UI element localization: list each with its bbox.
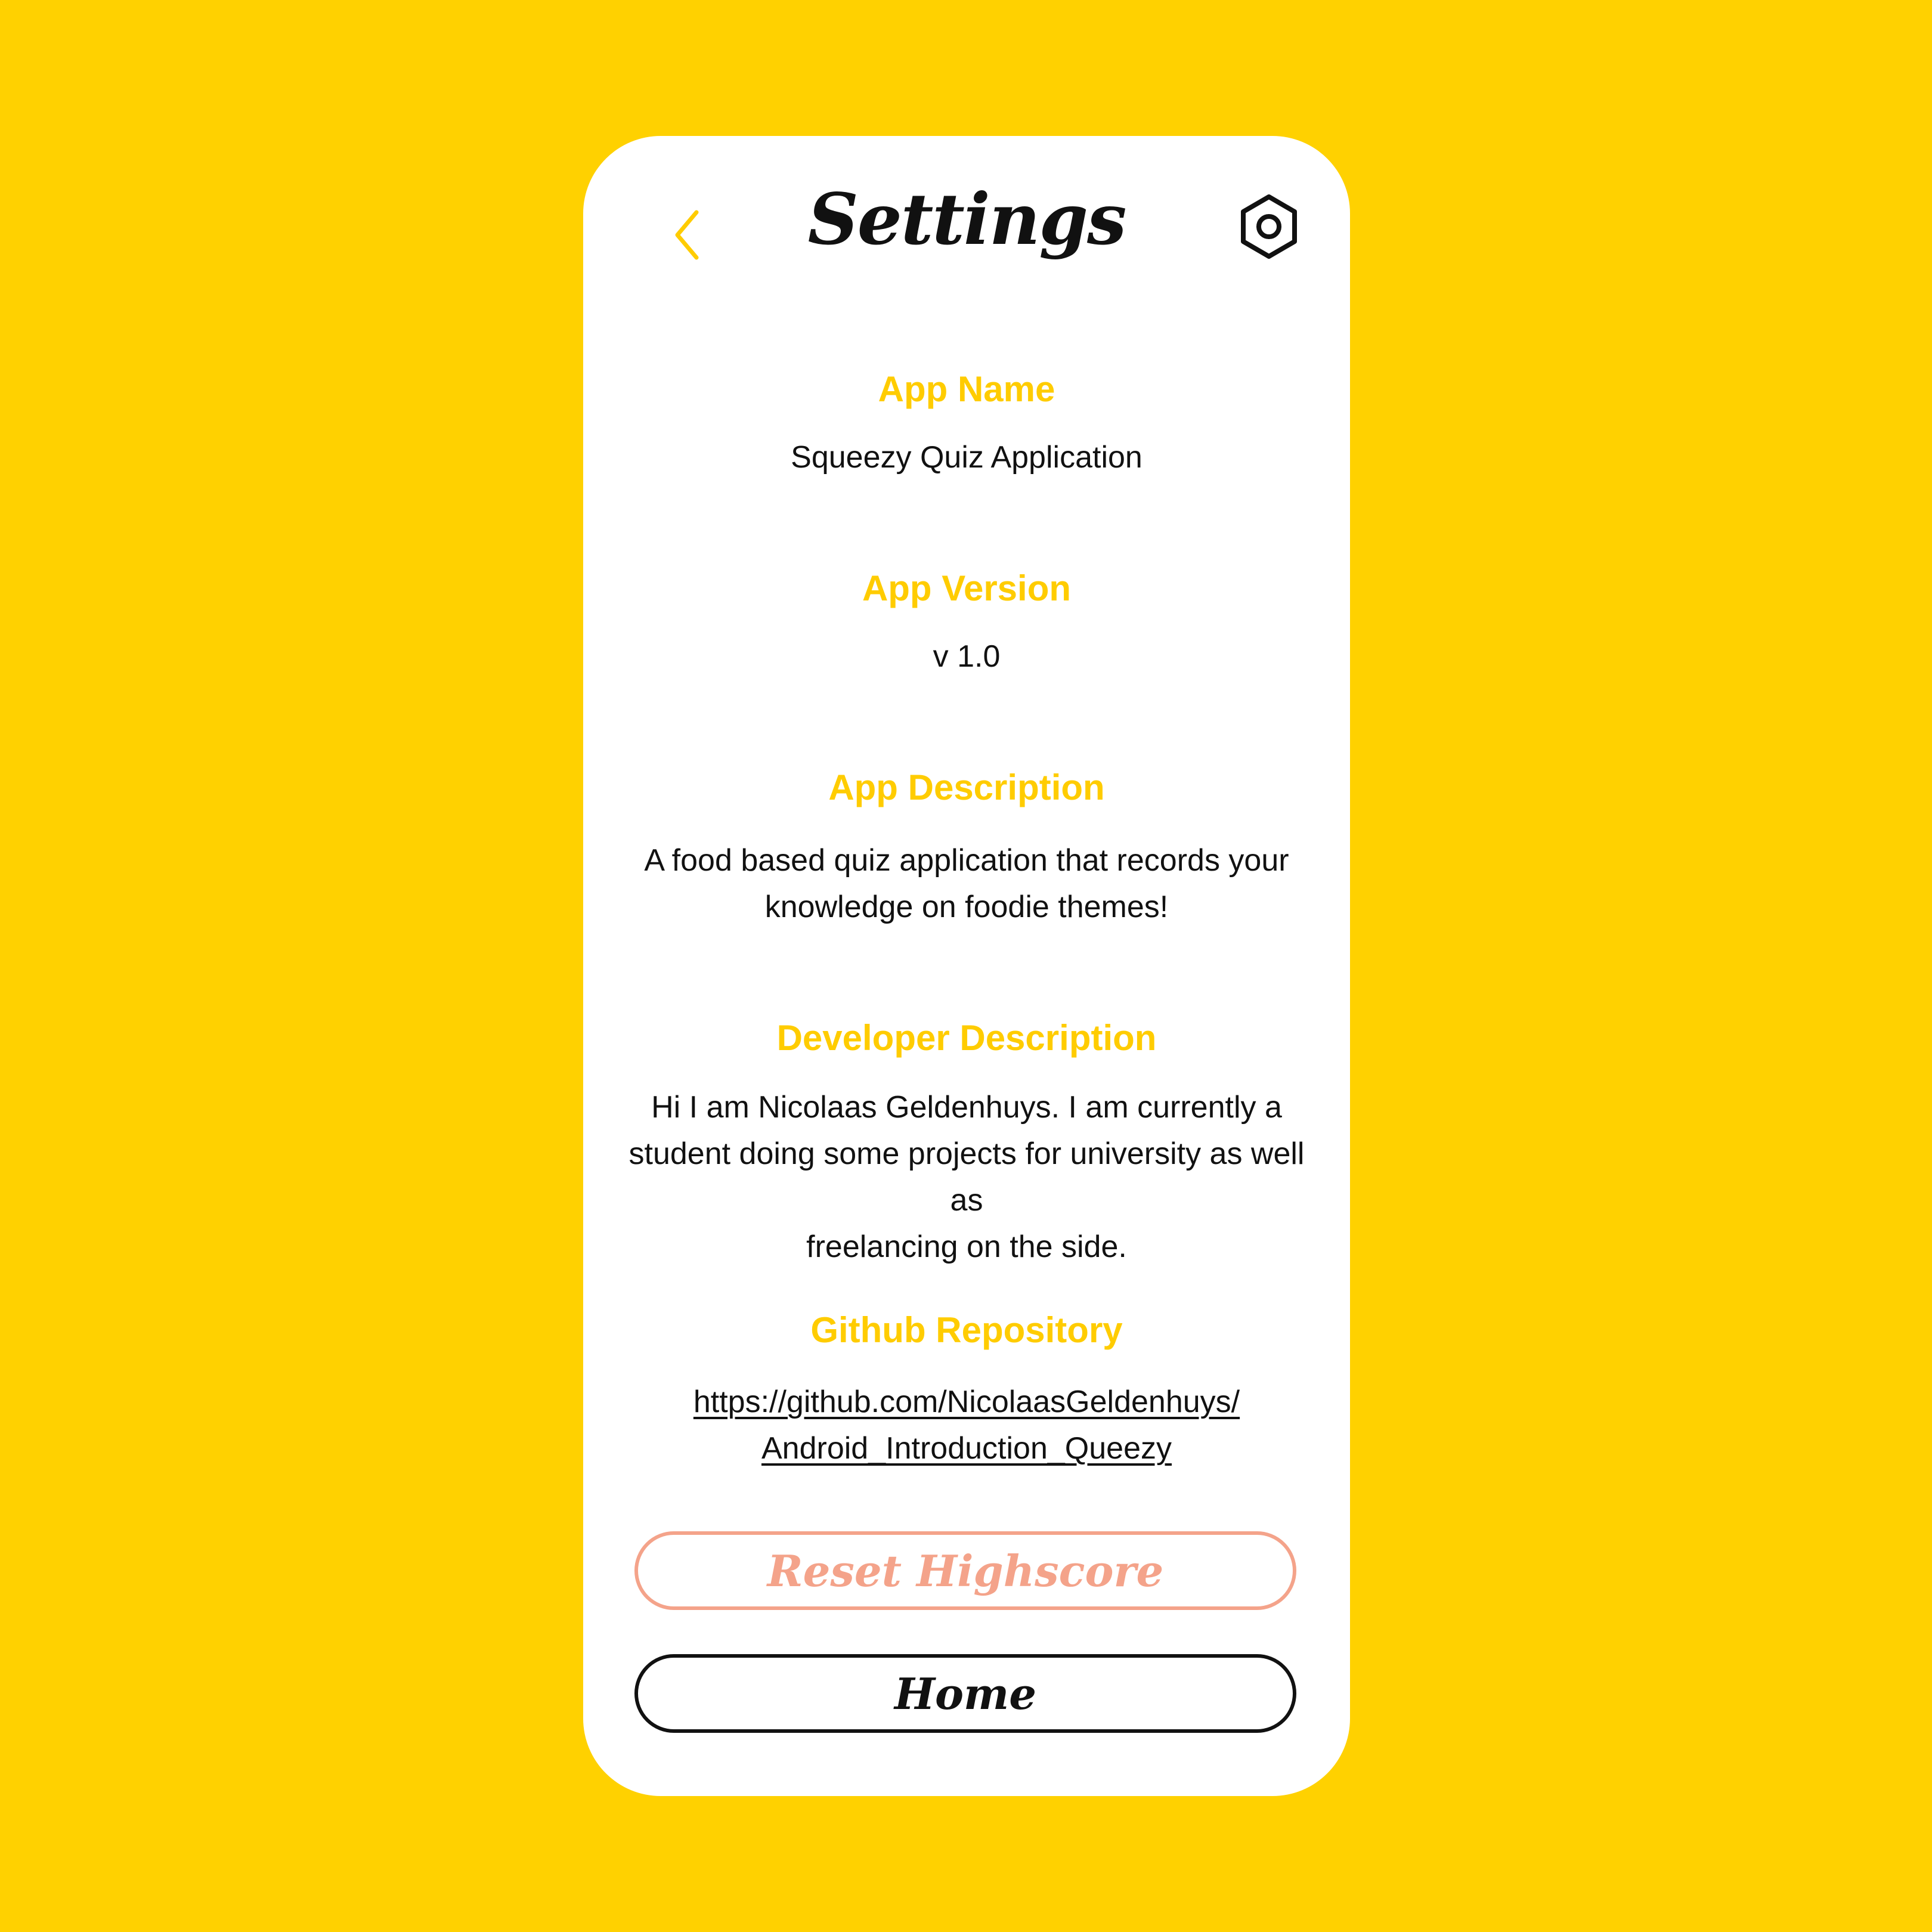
app-name-value: Squeezy Quiz Application bbox=[791, 440, 1143, 475]
app-description-line: A food based quiz application that recor… bbox=[644, 843, 1289, 878]
app-description-label: App Description bbox=[828, 767, 1105, 807]
developer-description-label: Developer Description bbox=[776, 1018, 1157, 1058]
reset-highscore-button[interactable]: Reset Highscore bbox=[634, 1531, 1296, 1610]
home-label: Home bbox=[894, 1668, 1037, 1719]
github-link[interactable]: Android_Introduction_Queezy bbox=[619, 1425, 1314, 1472]
github-repository-value: https://github.com/NicolaasGeldenhuys/ A… bbox=[619, 1379, 1314, 1472]
app-description-line: knowledge on foodie themes! bbox=[764, 890, 1169, 924]
github-repository-label: Github Repository bbox=[810, 1310, 1123, 1350]
app-description-value: A food based quiz application that recor… bbox=[619, 837, 1314, 930]
app-version-value: v 1.0 bbox=[933, 639, 1001, 674]
reset-highscore-label: Reset Highscore bbox=[767, 1545, 1164, 1596]
app-name-label: App Name bbox=[878, 369, 1055, 409]
home-button[interactable]: Home bbox=[634, 1654, 1296, 1733]
settings-button[interactable] bbox=[1233, 191, 1305, 262]
developer-description-line: student doing some projects for universi… bbox=[628, 1137, 1305, 1218]
settings-hex-icon bbox=[1241, 194, 1297, 259]
developer-description-line: Hi I am Nicolaas Geldenhuys. I am curren… bbox=[651, 1090, 1282, 1125]
app-version-label: App Version bbox=[862, 568, 1072, 608]
github-link[interactable]: https://github.com/NicolaasGeldenhuys/ bbox=[619, 1379, 1314, 1425]
developer-description-value: Hi I am Nicolaas Geldenhuys. I am curren… bbox=[619, 1084, 1314, 1270]
phone-screen: Settings App Name Squeezy Quiz Applicati… bbox=[583, 136, 1350, 1796]
developer-description-line: freelancing on the side. bbox=[806, 1230, 1127, 1264]
